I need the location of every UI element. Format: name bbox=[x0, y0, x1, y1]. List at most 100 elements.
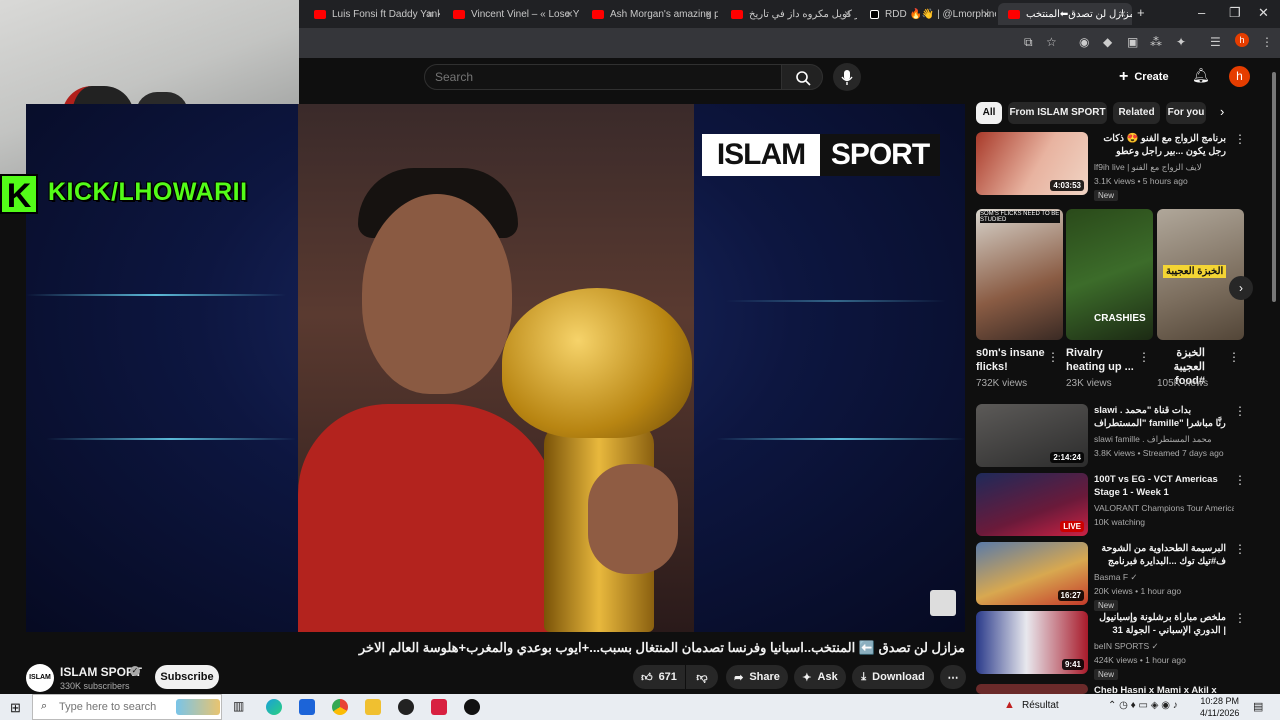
share-button[interactable]: ➦ Share bbox=[726, 665, 788, 689]
ask-button[interactable]: ✦ Ask bbox=[794, 665, 846, 689]
subscribe-button[interactable]: Subscribe bbox=[155, 665, 219, 689]
voice-search-button[interactable] bbox=[833, 63, 861, 91]
shorts-next-button[interactable]: › bbox=[1229, 276, 1253, 300]
more-vertical-icon[interactable]: ⋮ bbox=[1234, 404, 1246, 418]
sidebar-video[interactable]: Cheb Hasni x Mami x Akil x bbox=[976, 684, 1246, 694]
profile-icon[interactable]: h bbox=[1235, 33, 1249, 47]
short-thumbnail[interactable]: الخبزة العجيبة bbox=[1157, 209, 1244, 340]
duration-badge: 16:27 bbox=[1057, 590, 1084, 601]
app-icon[interactable] bbox=[431, 699, 447, 715]
windows-start-icon[interactable]: ⊞ bbox=[10, 700, 21, 716]
create-button[interactable]: + Create bbox=[1119, 66, 1169, 88]
channel-name[interactable]: slawi famille . محمد المستطراف bbox=[1094, 434, 1234, 445]
extension-icon[interactable]: ◆ bbox=[1103, 35, 1112, 49]
search-button[interactable] bbox=[781, 64, 823, 90]
browser-tab[interactable]: Luis Fonsi ft Daddy Yanke × bbox=[304, 3, 440, 25]
video-title[interactable]: ملخص مباراة برشلونة وإسبانيول | الدوري ا… bbox=[1094, 611, 1226, 637]
close-icon[interactable]: × bbox=[566, 7, 573, 21]
short-thumbnail[interactable]: SOM'S FLICKS NEED TO BE STUDIED bbox=[976, 209, 1063, 340]
scrollbar[interactable] bbox=[1270, 62, 1278, 692]
chip-related[interactable]: Related bbox=[1113, 102, 1160, 124]
taskbar-clock[interactable]: 10:28 PM 4/11/2026 bbox=[1200, 695, 1239, 719]
scrollbar-thumb[interactable] bbox=[1272, 72, 1276, 302]
new-tab-button[interactable]: + bbox=[1137, 5, 1145, 20]
sidebar-video[interactable]: 4:03:53 برنامج الزواج مع الفنو 😍 ذكات رج… bbox=[976, 132, 1246, 202]
more-vertical-icon[interactable]: ⋮ bbox=[1228, 350, 1240, 364]
short-thumbnail[interactable]: CRASHIES bbox=[1066, 209, 1153, 340]
more-actions-button[interactable]: ⋯ bbox=[940, 665, 966, 689]
search-input[interactable] bbox=[424, 64, 782, 90]
sidebar-video[interactable]: 2:14:24 slawi . بدات قناة "محمد المستطرا… bbox=[976, 404, 1246, 470]
sidebar-video[interactable]: 16:27 البرسيمة الطحداوية من الشوحة ف#تيك… bbox=[976, 542, 1246, 611]
video-thumbnail[interactable]: 4:03:53 bbox=[976, 132, 1088, 195]
notifications-bell-icon[interactable]: 🔔︎ bbox=[1192, 67, 1210, 84]
sidebar-video[interactable]: LIVE 100T vs EG - VCT Americas Stage 1 -… bbox=[976, 473, 1246, 539]
puzzle-icon[interactable]: ✦ bbox=[1176, 35, 1186, 49]
channel-avatar[interactable]: ISLAM SPORT bbox=[26, 664, 54, 709]
edge-icon[interactable] bbox=[266, 699, 282, 715]
task-view-icon[interactable]: ▥ bbox=[233, 699, 249, 715]
more-vertical-icon[interactable]: ⋮ bbox=[1234, 542, 1246, 556]
search-highlight-image[interactable] bbox=[176, 699, 220, 715]
short-title[interactable]: Rivalry heating up ... bbox=[1066, 346, 1144, 374]
close-icon[interactable]: × bbox=[1119, 7, 1126, 21]
video-title[interactable]: Cheb Hasni x Mami x Akil x bbox=[1094, 684, 1226, 694]
dislike-button[interactable]: 👎︎ bbox=[686, 665, 718, 689]
more-vertical-icon[interactable]: ⋮ bbox=[1138, 350, 1150, 364]
close-icon[interactable]: × bbox=[844, 7, 851, 21]
chip-for-you[interactable]: For you bbox=[1166, 102, 1206, 124]
extension-icon[interactable]: ▣ bbox=[1127, 35, 1138, 49]
extension-icon[interactable]: ◉ bbox=[1079, 35, 1089, 49]
more-vertical-icon[interactable]: ⋮ bbox=[1047, 350, 1059, 364]
video-title[interactable]: برنامج الزواج مع الفنو 😍 ذكات رجل يكون .… bbox=[1094, 132, 1226, 158]
window-close-icon[interactable]: ✕ bbox=[1258, 5, 1269, 21]
browser-tab[interactable]: Vincent Vinel – « Lose You × bbox=[443, 3, 579, 25]
app-icon[interactable] bbox=[464, 699, 480, 715]
menu-kebab-icon[interactable]: ⋮ bbox=[1261, 35, 1273, 49]
system-tray-icons[interactable]: ⌃ ◷ ♦ ▭ ◈ ◉ ♪ bbox=[1108, 700, 1178, 711]
notifications-icon[interactable]: ▤ bbox=[1253, 700, 1263, 713]
video-title[interactable]: البرسيمة الطحداوية من الشوحة ف#تيك توك .… bbox=[1094, 542, 1226, 568]
app-icon[interactable] bbox=[398, 699, 414, 715]
account-avatar[interactable]: h bbox=[1229, 66, 1250, 87]
weather-widget[interactable]: Résultat bbox=[1022, 700, 1059, 711]
browser-tab[interactable]: Ash Morgan's amazing pe × bbox=[582, 3, 718, 25]
video-title[interactable]: 100T vs EG - VCT Americas Stage 1 - Week… bbox=[1094, 473, 1226, 499]
video-title[interactable]: slawi . بدات قناة "محمد المستطراف" famil… bbox=[1094, 404, 1226, 430]
maximize-icon[interactable]: ❐ bbox=[1229, 5, 1241, 21]
outlook-icon[interactable] bbox=[299, 699, 315, 715]
video-thumbnail[interactable]: 9:41 bbox=[976, 611, 1088, 674]
close-icon[interactable]: × bbox=[705, 7, 712, 21]
translate-icon[interactable]: ⁂ bbox=[1150, 35, 1162, 49]
video-thumbnail[interactable] bbox=[976, 684, 1088, 694]
close-icon[interactable]: × bbox=[427, 7, 434, 21]
chrome-icon[interactable] bbox=[332, 699, 348, 715]
channel-name[interactable]: lf9ih live | لايف الزواج مع الفنو bbox=[1094, 162, 1234, 173]
install-app-icon[interactable]: ⧉ bbox=[1024, 35, 1033, 50]
more-vertical-icon[interactable]: ⋮ bbox=[1234, 473, 1246, 487]
browser-tab-active[interactable]: مزازل لن تصدق⬅المنتخب × bbox=[998, 3, 1132, 25]
video-thumbnail[interactable]: 2:14:24 bbox=[976, 404, 1088, 467]
browser-tab[interactable]: أكثر كويل مكروه داز في تاريخ × bbox=[721, 3, 857, 25]
channel-name[interactable]: beIN SPORTS ✓ bbox=[1094, 641, 1234, 652]
like-button[interactable]: 👍︎ 671 bbox=[633, 665, 685, 689]
chevron-right-icon[interactable]: › bbox=[1220, 104, 1224, 119]
channel-name[interactable]: Basma F ✓ bbox=[1094, 572, 1234, 583]
short-title[interactable]: s0m's insane flicks! bbox=[976, 346, 1054, 374]
bookmark-star-icon[interactable]: ☆ bbox=[1046, 35, 1057, 49]
file-explorer-icon[interactable] bbox=[365, 699, 381, 715]
channel-name[interactable]: VALORANT Champions Tour Americas ✓ bbox=[1094, 503, 1234, 514]
chip-from-channel[interactable]: From ISLAM SPORT bbox=[1008, 102, 1107, 124]
more-vertical-icon[interactable]: ⋮ bbox=[1234, 611, 1246, 625]
more-vertical-icon[interactable]: ⋮ bbox=[1234, 132, 1246, 146]
reading-list-icon[interactable]: ☰ bbox=[1210, 35, 1221, 49]
channel-watermark-icon[interactable] bbox=[930, 590, 956, 616]
minimize-icon[interactable]: – bbox=[1198, 5, 1205, 20]
video-thumbnail[interactable]: 16:27 bbox=[976, 542, 1088, 605]
close-icon[interactable]: × bbox=[983, 7, 990, 21]
sidebar-video[interactable]: 9:41 ملخص مباراة برشلونة وإسبانيول | الد… bbox=[976, 611, 1246, 680]
video-thumbnail[interactable]: LIVE bbox=[976, 473, 1088, 536]
browser-tab[interactable]: RDD 🔥👋 | @Lmorphine × bbox=[860, 3, 996, 25]
chip-all[interactable]: All bbox=[976, 102, 1002, 124]
download-button[interactable]: ⤓ Download bbox=[852, 665, 934, 689]
